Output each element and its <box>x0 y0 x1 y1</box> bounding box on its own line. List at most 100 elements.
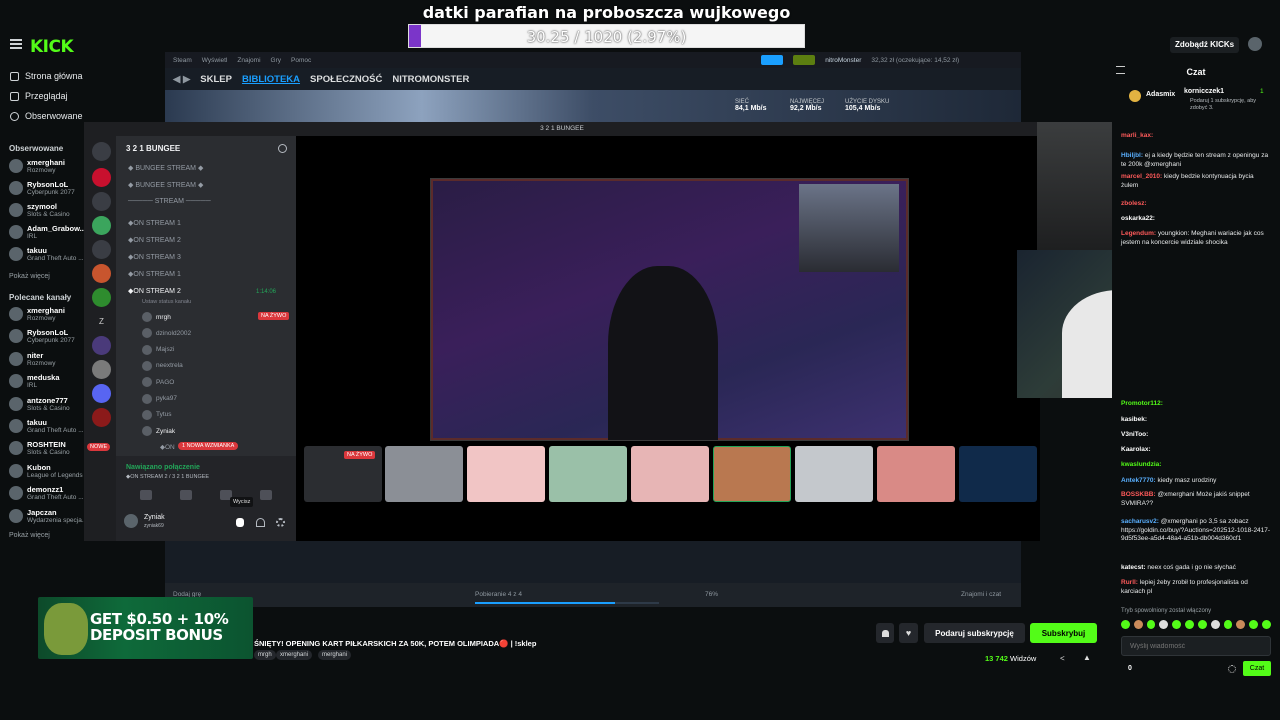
participant-tile-speaking[interactable] <box>713 446 791 502</box>
voice-channel-item[interactable]: ───── STREAM ───── <box>128 198 211 205</box>
screen-share-icon[interactable] <box>180 490 192 500</box>
channel-item[interactable]: ROSHTEIN Slots & Casino <box>9 440 70 457</box>
voice-channel[interactable]: ◆ON STREAM 2 / 3 2 1 BUNGEE <box>126 474 209 480</box>
server-icon[interactable] <box>92 288 111 307</box>
show-more-link[interactable]: Pokaż więcej <box>9 273 50 280</box>
channel-item[interactable]: Japczan Wydarzenia specja... <box>9 508 87 525</box>
nav-home[interactable]: Strona główna <box>10 71 83 81</box>
get-kicks-button[interactable]: Zdobądź KICKs <box>1170 37 1240 53</box>
channel-item[interactable]: antzone777 Slots & Casino <box>9 396 70 413</box>
chat-username[interactable]: Antek7770: <box>1121 477 1156 484</box>
server-name[interactable]: 3 2 1 BUNGEE <box>126 144 180 153</box>
gift-user[interactable]: kornicczek1 <box>1184 88 1224 95</box>
server-icon[interactable]: Z <box>92 312 111 331</box>
show-more-link-2[interactable]: Pokaż więcej <box>9 532 50 539</box>
chat-username[interactable]: marli_kax: <box>1121 132 1153 139</box>
server-icon[interactable] <box>92 168 111 187</box>
add-member-icon[interactable] <box>278 144 287 153</box>
chat-username[interactable]: kasibek: <box>1121 416 1147 423</box>
chat-username[interactable]: kwaslundzia: <box>1121 461 1161 468</box>
steam-menu-friends[interactable]: Znajomi <box>237 57 260 64</box>
server-icon[interactable] <box>92 240 111 259</box>
channel-item[interactable]: szymool Slots & Casino <box>9 202 70 219</box>
voice-channel-item[interactable]: ◆ON STREAM 3 <box>128 253 181 261</box>
new-badge[interactable]: NOWE <box>87 443 111 451</box>
main-stream-video[interactable] <box>430 178 909 441</box>
channel-item[interactable]: xmerghani Rozmowy <box>9 306 65 323</box>
steam-menu-games[interactable]: Gry <box>271 57 281 64</box>
menu-icon[interactable] <box>10 39 22 49</box>
tab-store[interactable]: SKLEP <box>200 74 232 85</box>
channel-item[interactable]: RybsonLoL Cyberpunk 2077 <box>9 180 75 197</box>
voice-channel-item[interactable]: ◆ON STREAM 2 <box>128 236 181 244</box>
points-count[interactable]: 0 <box>1128 665 1132 672</box>
announce-icon[interactable] <box>761 55 784 65</box>
status-hint[interactable]: Ustaw status kanału <box>142 299 191 305</box>
steam-menu-help[interactable]: Pomoc <box>291 57 311 64</box>
video-off-icon[interactable] <box>140 490 152 500</box>
steam-menu-steam[interactable]: Steam <box>173 57 192 64</box>
chat-username[interactable]: marcel_2010: <box>1121 173 1162 180</box>
channel-item[interactable]: takuu Grand Theft Auto ... <box>9 418 84 435</box>
participant-tile[interactable] <box>795 446 873 502</box>
tab-community[interactable]: SPOŁECZNOŚĆ <box>310 74 382 85</box>
voice-member[interactable]: PAGO <box>142 377 174 388</box>
microphone-icon[interactable] <box>236 518 244 527</box>
gift-sub-button[interactable]: Podaruj subskrypcję <box>924 623 1025 643</box>
stream-tag[interactable]: merghani <box>318 650 352 660</box>
chat-username[interactable]: Legendum: <box>1121 230 1156 237</box>
chat-username[interactable]: Hbiljbl: <box>1121 152 1143 159</box>
friends-chat-button[interactable]: Znajomi i czat <box>961 591 1001 598</box>
emote-bar[interactable] <box>1121 620 1271 630</box>
steam-username[interactable]: nitroMonster <box>825 57 861 64</box>
voice-member[interactable]: Tytus <box>142 409 172 420</box>
chat-username[interactable]: sacharusv2: <box>1121 518 1159 525</box>
soundboard-icon[interactable] <box>260 490 272 500</box>
channel-item[interactable]: niter Rozmowy <box>9 351 56 368</box>
kick-logo[interactable]: KICK <box>30 37 74 57</box>
participant-tile[interactable] <box>959 446 1037 502</box>
channel-partial[interactable]: ◆ON <box>160 443 175 451</box>
chat-username[interactable]: oskarka22: <box>1121 215 1155 222</box>
voice-member[interactable]: neextrela <box>142 360 183 371</box>
voice-channel-item[interactable]: ◆ BUNGEE STREAM ◆ <box>128 181 203 189</box>
voice-member[interactable]: pyka97 <box>142 393 177 404</box>
chat-username[interactable]: V3niToo: <box>1121 431 1148 438</box>
chat-username[interactable]: Kaarolax: <box>1121 446 1151 453</box>
chat-input[interactable] <box>1121 636 1271 656</box>
notification-bell-button[interactable] <box>876 623 894 643</box>
channel-item[interactable]: meduska IRL <box>9 373 60 390</box>
channel-item[interactable]: Kubon League of Legends <box>9 463 83 480</box>
channel-item[interactable]: Adam_Grabow... IRL <box>9 224 86 241</box>
chat-username[interactable]: Rurll: <box>1121 579 1138 586</box>
nav-following[interactable]: Obserwowane <box>10 111 83 121</box>
participant-tile[interactable] <box>549 446 627 502</box>
channel-item[interactable]: takuu Grand Theft Auto ... <box>9 246 84 263</box>
chat-username[interactable]: Promotor112: <box>1121 400 1163 407</box>
download-status[interactable]: Pobieranie 4 z 4 <box>475 591 522 598</box>
server-icon[interactable] <box>92 142 111 161</box>
voice-channel-item[interactable]: ◆ON STREAM 1 <box>128 270 181 278</box>
stream-tag[interactable]: mrgh <box>254 650 276 660</box>
voice-channel-item[interactable]: ◆ BUNGEE STREAM ◆ <box>128 164 203 172</box>
voice-member[interactable]: Zyniak <box>142 426 175 437</box>
chat-send-button[interactable]: Czat <box>1243 661 1271 676</box>
chat-settings-icon[interactable] <box>1228 665 1236 673</box>
participant-tile[interactable] <box>467 446 545 502</box>
report-icon[interactable]: ▲ <box>1083 653 1091 662</box>
tab-library[interactable]: BIBLIOTEKA <box>242 74 300 85</box>
channel-item[interactable]: demonzz1 Grand Theft Auto ... <box>9 485 84 502</box>
channel-item[interactable]: xmerghani Rozmowy <box>9 158 65 175</box>
follow-button[interactable]: ♥ <box>899 623 918 643</box>
user-avatar[interactable] <box>124 514 138 528</box>
server-icon[interactable] <box>92 192 111 211</box>
user-name[interactable]: Zyniak <box>144 514 165 521</box>
settings-icon[interactable] <box>276 518 285 527</box>
participant-tile[interactable] <box>631 446 709 502</box>
subscribe-button[interactable]: Subskrybuj <box>1030 623 1097 643</box>
mention-badge[interactable]: 1 NOWA WZMIANKA <box>178 442 239 450</box>
nav-browse[interactable]: Przeglądaj <box>10 91 68 101</box>
server-icon[interactable] <box>92 216 111 235</box>
voice-channel-item[interactable]: ◆ON STREAM 2 <box>128 287 181 295</box>
voice-member[interactable]: mrgh <box>142 312 171 322</box>
